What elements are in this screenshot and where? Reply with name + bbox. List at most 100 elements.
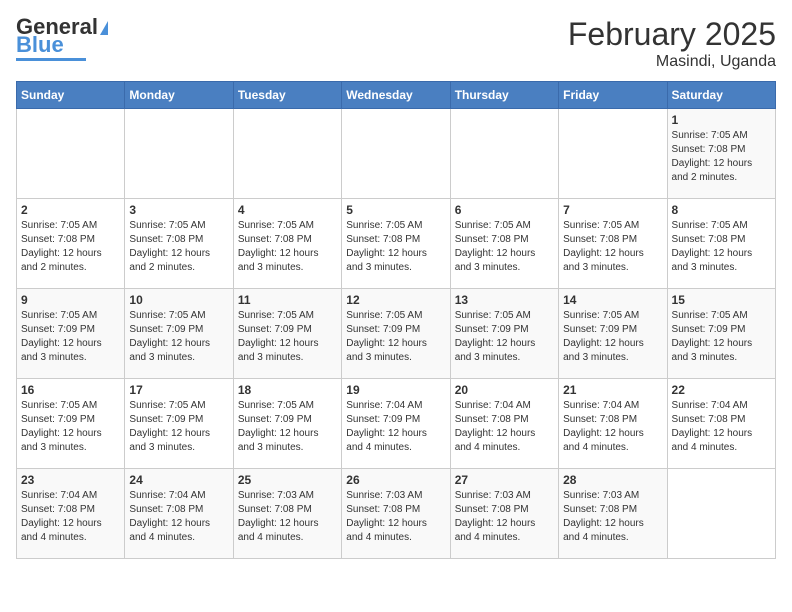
day-number: 8	[672, 203, 771, 217]
calendar-cell: 15 Sunrise: 7:05 AM Sunset: 7:09 PM Dayli…	[667, 289, 775, 379]
day-info: Sunrise: 7:05 AM Sunset: 7:09 PM Dayligh…	[21, 399, 120, 455]
day-number: 3	[129, 203, 228, 217]
calendar-cell: 11 Sunrise: 7:05 AM Sunset: 7:09 PM Dayli…	[233, 289, 341, 379]
calendar-cell: 4Sunrise: 7:05 AM Sunset: 7:08 PM Daylig…	[233, 199, 341, 289]
day-info: Sunrise: 7:04 AM Sunset: 7:08 PM Dayligh…	[563, 399, 662, 455]
calendar-cell: 3 Sunrise: 7:05 AM Sunset: 7:08 PM Daylig…	[125, 199, 233, 289]
day-number: 22	[672, 383, 771, 397]
calendar-cell: 28Sunrise: 7:03 AM Sunset: 7:08 PM Dayli…	[559, 469, 667, 559]
day-info: Sunrise: 7:05 AM Sunset: 7:09 PM Dayligh…	[563, 309, 662, 365]
calendar-cell: 23 Sunrise: 7:04 AM Sunset: 7:08 PM Dayli…	[17, 469, 125, 559]
day-info: Sunrise: 7:04 AM Sunset: 7:09 PM Dayligh…	[346, 399, 445, 455]
day-info: Sunrise: 7:03 AM Sunset: 7:08 PM Dayligh…	[238, 489, 337, 545]
title-block: February 2025 Masindi, Uganda	[568, 16, 776, 71]
month-year-title: February 2025	[568, 16, 776, 53]
page-header: General Blue February 2025 Masindi, Ugan…	[16, 16, 776, 71]
calendar-week-row: 2 Sunrise: 7:05 AM Sunset: 7:08 PM Daylig…	[17, 199, 776, 289]
day-info: Sunrise: 7:04 AM Sunset: 7:08 PM Dayligh…	[129, 489, 228, 545]
calendar-cell: 18 Sunrise: 7:05 AM Sunset: 7:09 PM Dayli…	[233, 379, 341, 469]
calendar-cell	[667, 469, 775, 559]
calendar-cell	[233, 109, 341, 199]
day-info: Sunrise: 7:03 AM Sunset: 7:08 PM Dayligh…	[563, 489, 662, 545]
calendar-week-row: 1Sunrise: 7:05 AM Sunset: 7:08 PM Daylig…	[17, 109, 776, 199]
calendar-cell: 12 Sunrise: 7:05 AM Sunset: 7:09 PM Dayli…	[342, 289, 450, 379]
day-info: Sunrise: 7:03 AM Sunset: 7:08 PM Dayligh…	[346, 489, 445, 545]
calendar-cell: 19 Sunrise: 7:04 AM Sunset: 7:09 PM Dayli…	[342, 379, 450, 469]
day-number: 21	[563, 383, 662, 397]
calendar-cell	[125, 109, 233, 199]
day-number: 5	[346, 203, 445, 217]
day-number: 10	[129, 293, 228, 307]
calendar-cell	[17, 109, 125, 199]
day-number: 2	[21, 203, 120, 217]
calendar-cell: 21 Sunrise: 7:04 AM Sunset: 7:08 PM Dayli…	[559, 379, 667, 469]
calendar-cell: 1Sunrise: 7:05 AM Sunset: 7:08 PM Daylig…	[667, 109, 775, 199]
day-info: Sunrise: 7:05 AM Sunset: 7:08 PM Dayligh…	[238, 219, 337, 275]
day-number: 6	[455, 203, 554, 217]
day-info: Sunrise: 7:05 AM Sunset: 7:09 PM Dayligh…	[21, 309, 120, 365]
calendar-cell: 20 Sunrise: 7:04 AM Sunset: 7:08 PM Dayli…	[450, 379, 558, 469]
calendar-cell: 25 Sunrise: 7:03 AM Sunset: 7:08 PM Dayli…	[233, 469, 341, 559]
logo-underline	[16, 58, 86, 61]
calendar-week-row: 9 Sunrise: 7:05 AM Sunset: 7:09 PM Daylig…	[17, 289, 776, 379]
calendar-table: SundayMondayTuesdayWednesdayThursdayFrid…	[16, 81, 776, 559]
day-header-thursday: Thursday	[450, 82, 558, 109]
day-info: Sunrise: 7:05 AM Sunset: 7:09 PM Dayligh…	[129, 399, 228, 455]
day-info: Sunrise: 7:05 AM Sunset: 7:09 PM Dayligh…	[129, 309, 228, 365]
day-number: 9	[21, 293, 120, 307]
calendar-cell: 13 Sunrise: 7:05 AM Sunset: 7:09 PM Dayli…	[450, 289, 558, 379]
day-info: Sunrise: 7:05 AM Sunset: 7:08 PM Dayligh…	[563, 219, 662, 275]
calendar-cell	[559, 109, 667, 199]
calendar-cell: 9 Sunrise: 7:05 AM Sunset: 7:09 PM Daylig…	[17, 289, 125, 379]
calendar-cell: 10 Sunrise: 7:05 AM Sunset: 7:09 PM Dayli…	[125, 289, 233, 379]
day-number: 19	[346, 383, 445, 397]
day-info: Sunrise: 7:05 AM Sunset: 7:08 PM Dayligh…	[21, 219, 120, 275]
day-info: Sunrise: 7:05 AM Sunset: 7:08 PM Dayligh…	[672, 219, 771, 275]
calendar-cell: 6Sunrise: 7:05 AM Sunset: 7:08 PM Daylig…	[450, 199, 558, 289]
calendar-cell: 2 Sunrise: 7:05 AM Sunset: 7:08 PM Daylig…	[17, 199, 125, 289]
calendar-week-row: 16Sunrise: 7:05 AM Sunset: 7:09 PM Dayli…	[17, 379, 776, 469]
day-number: 20	[455, 383, 554, 397]
day-number: 12	[346, 293, 445, 307]
day-number: 11	[238, 293, 337, 307]
logo: General Blue	[16, 16, 108, 61]
location-subtitle: Masindi, Uganda	[568, 53, 776, 71]
day-info: Sunrise: 7:03 AM Sunset: 7:08 PM Dayligh…	[455, 489, 554, 545]
day-info: Sunrise: 7:05 AM Sunset: 7:09 PM Dayligh…	[238, 309, 337, 365]
day-number: 15	[672, 293, 771, 307]
day-number: 23	[21, 473, 120, 487]
calendar-cell	[342, 109, 450, 199]
logo-subtext: Blue	[16, 34, 64, 56]
day-number: 17	[129, 383, 228, 397]
calendar-cell: 8 Sunrise: 7:05 AM Sunset: 7:08 PM Daylig…	[667, 199, 775, 289]
day-info: Sunrise: 7:05 AM Sunset: 7:09 PM Dayligh…	[672, 309, 771, 365]
day-info: Sunrise: 7:04 AM Sunset: 7:08 PM Dayligh…	[21, 489, 120, 545]
calendar-cell: 24 Sunrise: 7:04 AM Sunset: 7:08 PM Dayli…	[125, 469, 233, 559]
day-info: Sunrise: 7:04 AM Sunset: 7:08 PM Dayligh…	[455, 399, 554, 455]
day-header-wednesday: Wednesday	[342, 82, 450, 109]
day-info: Sunrise: 7:05 AM Sunset: 7:08 PM Dayligh…	[346, 219, 445, 275]
calendar-cell: 26 Sunrise: 7:03 AM Sunset: 7:08 PM Dayli…	[342, 469, 450, 559]
day-number: 24	[129, 473, 228, 487]
day-header-tuesday: Tuesday	[233, 82, 341, 109]
day-number: 18	[238, 383, 337, 397]
day-number: 25	[238, 473, 337, 487]
day-info: Sunrise: 7:05 AM Sunset: 7:09 PM Dayligh…	[346, 309, 445, 365]
day-info: Sunrise: 7:05 AM Sunset: 7:09 PM Dayligh…	[238, 399, 337, 455]
calendar-cell: 14 Sunrise: 7:05 AM Sunset: 7:09 PM Dayli…	[559, 289, 667, 379]
day-number: 14	[563, 293, 662, 307]
day-header-sunday: Sunday	[17, 82, 125, 109]
calendar-cell: 22Sunrise: 7:04 AM Sunset: 7:08 PM Dayli…	[667, 379, 775, 469]
day-info: Sunrise: 7:05 AM Sunset: 7:08 PM Dayligh…	[129, 219, 228, 275]
day-number: 1	[672, 113, 771, 127]
calendar-cell: 17 Sunrise: 7:05 AM Sunset: 7:09 PM Dayli…	[125, 379, 233, 469]
day-number: 7	[563, 203, 662, 217]
calendar-cell: 5 Sunrise: 7:05 AM Sunset: 7:08 PM Daylig…	[342, 199, 450, 289]
day-info: Sunrise: 7:05 AM Sunset: 7:09 PM Dayligh…	[455, 309, 554, 365]
calendar-week-row: 23 Sunrise: 7:04 AM Sunset: 7:08 PM Dayli…	[17, 469, 776, 559]
calendar-cell: 16Sunrise: 7:05 AM Sunset: 7:09 PM Dayli…	[17, 379, 125, 469]
day-number: 13	[455, 293, 554, 307]
calendar-cell: 7 Sunrise: 7:05 AM Sunset: 7:08 PM Daylig…	[559, 199, 667, 289]
calendar-cell: 27Sunrise: 7:03 AM Sunset: 7:08 PM Dayli…	[450, 469, 558, 559]
day-number: 26	[346, 473, 445, 487]
